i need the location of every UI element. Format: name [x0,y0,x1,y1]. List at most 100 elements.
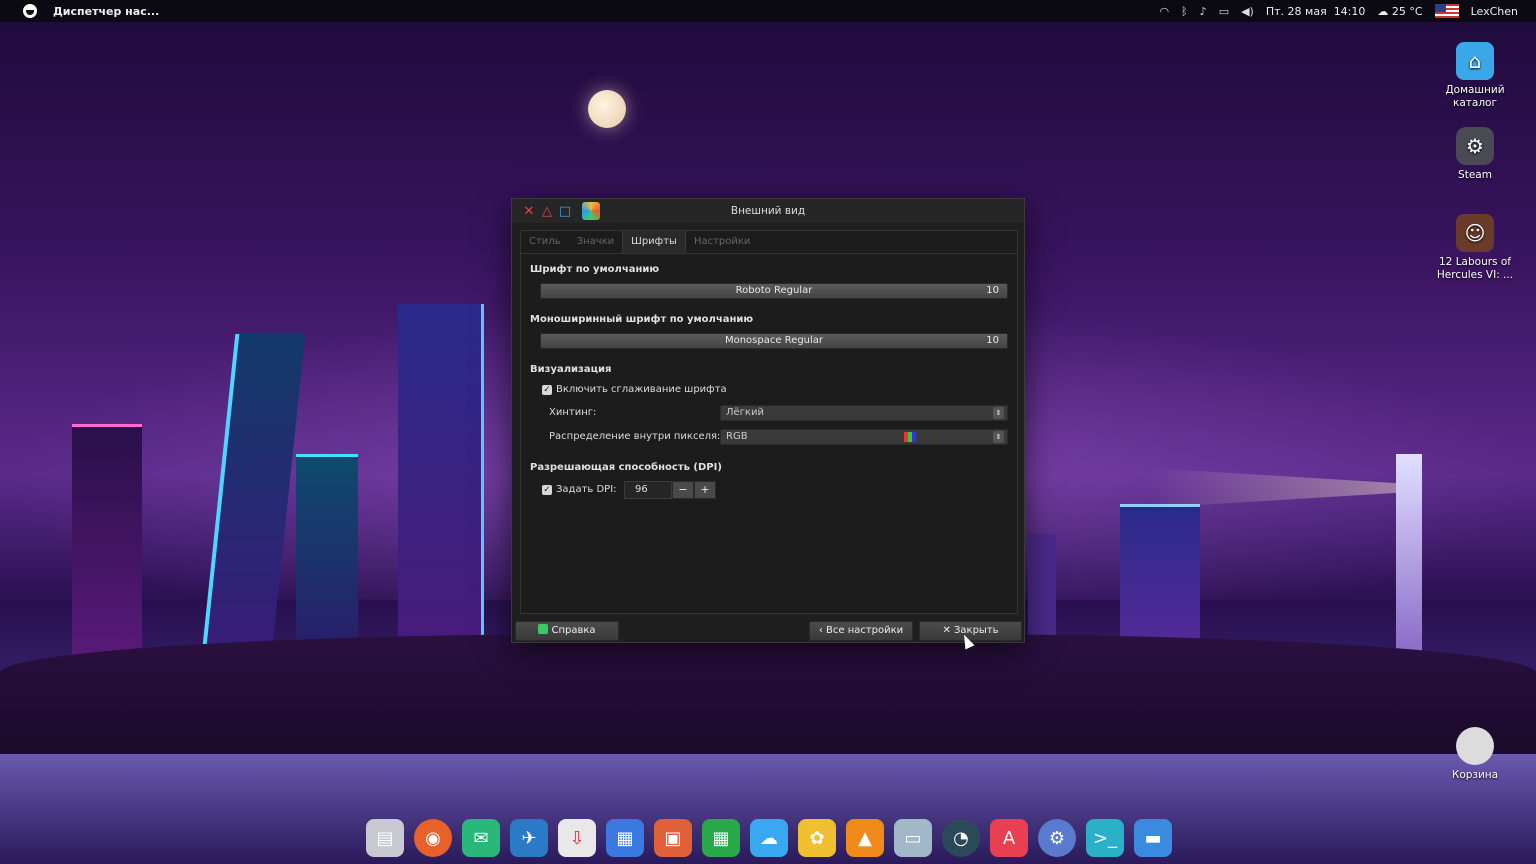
set-dpi-checkbox[interactable]: ✓ Задать DPI: [542,484,617,495]
battery-icon[interactable]: ▭ [1219,5,1229,18]
section-rendering: Визуализация [530,364,612,375]
desktop-icon-label: 12 Labours of Hercules VI: ... [1436,256,1514,281]
bluetooth-icon[interactable]: ᛒ [1181,5,1188,18]
vlc-icon[interactable]: ▲ [846,819,884,857]
subpixel-select[interactable]: RGB ⇕ [720,429,1008,445]
desktop-icon-label: Корзина [1451,769,1499,781]
chat-icon[interactable]: ✈ [510,819,548,857]
image-viewer-icon[interactable]: ▭ [894,819,932,857]
desktop-icon-game[interactable]: ☺ 12 Labours of Hercules VI: ... [1430,214,1520,282]
wallpaper-building [200,334,306,664]
subpixel-value: RGB [726,431,748,442]
rgb-swatch-icon [904,432,916,442]
antialias-label: Включить сглаживание шрифта [556,384,727,395]
section-mono-font: Моноширинный шрифт по умолчанию [530,314,754,325]
steam-icon: ⚙ [1456,127,1494,165]
all-settings-button[interactable]: ‹ Все настройки [809,621,913,641]
dpi-decrease-button[interactable]: − [672,481,694,499]
presentation-icon[interactable]: ▣ [654,819,692,857]
wallpaper-ground [0,634,1536,764]
photos-icon[interactable]: ✿ [798,819,836,857]
maximize-window-icon[interactable]: □ [556,204,574,219]
help-label: Справка [551,625,596,636]
chevron-left-icon: ‹ [818,625,826,636]
default-font-size: 10 [986,285,999,296]
tab-bar: Стиль Значки Шрифты Настройки [520,230,1018,254]
close-window-icon[interactable]: ✕ [520,204,538,219]
wallpaper-moon [588,90,626,128]
appearance-app-icon [582,202,600,220]
desktop-icon-label: Домашний каталог [1445,84,1505,109]
firefox-icon[interactable]: ◉ [414,819,452,857]
settings-icon[interactable]: ⚙ [1038,819,1076,857]
updown-arrow-icon: ⇕ [993,407,1004,419]
help-button[interactable]: Справка [515,621,619,641]
workspaces-icon[interactable]: ▬ [1134,819,1172,857]
weather[interactable]: ☁ 25 °C [1377,5,1422,18]
wallpaper-lighthouse-beam [1150,468,1410,508]
set-dpi-label: Задать DPI: [556,484,617,495]
mail-icon[interactable]: ✉ [462,819,500,857]
updown-arrow-icon: ⇕ [993,431,1004,443]
desktop-icon-home[interactable]: ⌂ Домашний каталог [1430,42,1520,110]
tab-fonts[interactable]: Шрифты [622,231,686,253]
tab-settings[interactable]: Настройки [686,231,758,253]
cloud-icon[interactable]: ☁ [750,819,788,857]
notifications-icon[interactable]: ♪ [1200,5,1207,18]
terminal-icon[interactable]: >_ [1086,819,1124,857]
dock: ▤ ◉ ✉ ✈ ⇩ ▦ ▣ ▦ ☁ ✿ ▲ ▭ ◔ A ⚙ >_ ▬ [362,816,1180,860]
dpi-value-input[interactable]: 96 [624,481,672,499]
close-icon: ✕ [942,625,954,636]
user-name[interactable]: LexChen [1471,5,1518,18]
default-font-name: Roboto Regular [735,285,813,296]
hinting-label: Хинтинг: [549,407,597,418]
desktop-icon-steam[interactable]: ⚙ Steam [1430,127,1520,182]
clock-date[interactable]: Пт. 28 мая 14:10 [1266,5,1366,18]
trash-icon [1456,727,1494,765]
writer-icon[interactable]: ▦ [606,819,644,857]
system-tray: ◠ ᛒ ♪ ▭ ◀) Пт. 28 мая 14:10 ☁ 25 °C LexC… [1159,0,1536,22]
wallpaper-building [296,454,358,664]
mono-font-button[interactable]: Monospace Regular 10 [540,333,1008,349]
close-label: Закрыть [954,625,999,636]
appstore-icon[interactable]: A [990,819,1028,857]
hinting-value: Лёгкий [726,407,764,418]
software-icon[interactable]: ⇩ [558,819,596,857]
game-icon: ☺ [1456,214,1494,252]
home-folder-icon: ⌂ [1456,42,1494,80]
dpi-increase-button[interactable]: + [694,481,716,499]
wallpaper-building [1028,534,1056,664]
fonts-panel: Шрифт по умолчанию Roboto Regular 10 Мон… [520,254,1018,614]
wallpaper-building [398,304,484,664]
top-panel: Диспетчер нас... ◠ ᛒ ♪ ▭ ◀) Пт. 28 мая 1… [0,0,1536,22]
subpixel-label: Распределение внутри пикселя: [549,431,721,442]
system-menu-icon[interactable] [23,4,37,18]
tab-style[interactable]: Стиль [521,231,569,253]
default-font-button[interactable]: Roboto Regular 10 [540,283,1008,299]
wallpaper-building [72,424,142,664]
section-default-font: Шрифт по умолчанию [530,264,660,275]
antialias-checkbox[interactable]: ✓ Включить сглаживание шрифта [542,384,727,395]
keyboard-layout-flag-icon[interactable] [1434,4,1459,18]
desktop-icon-trash[interactable]: Корзина [1430,727,1520,782]
help-icon [538,624,549,634]
dpi-spinbox: 96 − + [624,481,718,499]
all-settings-label: Все настройки [826,625,904,636]
speedometer-icon[interactable]: ◔ [942,819,980,857]
hinting-select[interactable]: Лёгкий ⇕ [720,405,1008,421]
spreadsheet-icon[interactable]: ▦ [702,819,740,857]
checkbox-check-icon: ✓ [542,484,552,495]
checkbox-check-icon: ✓ [542,384,552,395]
active-app-name[interactable]: Диспетчер нас... [53,5,159,18]
weather-icon: ☁ [1377,4,1389,18]
wallpaper-building [1120,504,1200,664]
files-icon[interactable]: ▤ [366,819,404,857]
section-dpi: Разрешающая способность (DPI) [530,462,722,473]
volume-icon[interactable]: ◀) [1241,5,1254,18]
desktop-icon-label: Steam [1458,169,1492,181]
tab-icons[interactable]: Значки [569,231,623,253]
window-titlebar[interactable]: ✕ △ □ Внешний вид [512,199,1024,223]
appearance-window: ✕ △ □ Внешний вид Стиль Значки Шрифты На… [511,198,1025,643]
minimize-window-icon[interactable]: △ [538,204,556,219]
wifi-icon[interactable]: ◠ [1159,5,1169,18]
